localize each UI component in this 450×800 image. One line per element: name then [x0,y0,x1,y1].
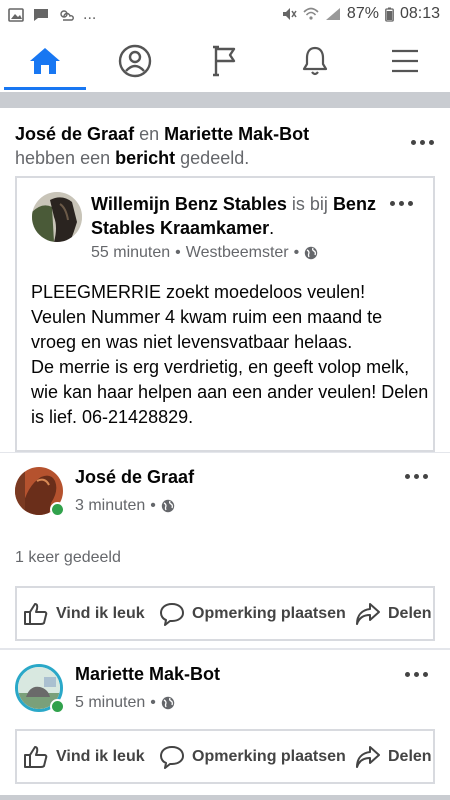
comment-label: Opmerking plaatsen [192,747,346,765]
is-at-text: is bij [291,194,328,214]
feed-separator [0,795,450,800]
sharer-name[interactable]: Mariette Mak-Bot [75,664,220,685]
post-time[interactable]: 55 minuten [91,244,170,262]
thumbs-up-icon [24,745,48,768]
tab-profile[interactable] [90,32,180,90]
meta-dot: • [150,497,156,514]
comment-icon [160,602,184,626]
share-label: Delen [388,747,432,765]
mute-icon [282,8,297,20]
share-icon [356,602,380,625]
sharer-row-1: José de Graaf 3 minuten • [15,467,445,523]
sharer-more-options-icon[interactable] [402,669,430,679]
like-label: Vind ik leuk [56,604,145,622]
feed-separator [0,92,450,108]
embedded-post[interactable]: Willemijn Benz Stables is bij Benz Stabl… [15,176,435,452]
sharer-more-options-icon[interactable] [402,471,430,481]
avatar[interactable] [32,192,82,242]
post-body: PLEEGMERRIE zoekt moedeloos veulen! Veul… [31,282,429,427]
share-count[interactable]: 1 keer gedeeld [15,549,121,567]
sharer-name-2[interactable]: Mariette Mak-Bot [164,124,309,144]
share-button[interactable]: Delen [355,588,432,639]
battery-icon [385,7,394,22]
action-bar: Vind ik leuk Opmerking plaatsen Delen [15,729,435,784]
comment-label: Opmerking plaatsen [192,604,346,622]
share-header: José de Graaf en Mariette Mak-Bot hebben… [15,122,395,170]
action-bar: Vind ik leuk Opmerking plaatsen Delen [15,586,435,641]
sharer-name-1[interactable]: José de Graaf [15,124,134,144]
post-location[interactable]: Westbeemster [186,244,289,262]
message-icon [34,9,48,21]
top-navigation [0,32,450,90]
post-meta: 55 minuten • Westbeemster • [91,244,318,262]
profile-icon [118,44,152,78]
share-time-text[interactable]: 5 minuten [75,694,145,712]
like-button[interactable]: Vind ik leuk [23,588,145,639]
meta-dot: • [175,244,181,261]
divider [0,648,450,650]
tab-notifications[interactable] [270,32,360,90]
sharer-name[interactable]: José de Graaf [75,467,194,488]
post-link[interactable]: bericht [115,148,175,168]
more-notifications: ... [83,6,97,23]
online-status-badge [50,699,65,714]
online-status-badge [50,502,65,517]
title-period: . [269,218,275,238]
share-button[interactable]: Delen [355,731,432,782]
bell-icon [302,46,328,76]
status-bar: ... 87% 08:13 [0,0,450,32]
conjunction: en [139,124,160,144]
battery-level: 87% [346,5,379,22]
share-label: Delen [388,604,432,622]
home-icon [30,48,60,74]
comment-icon [160,745,184,769]
share-time: 5 minuten • [75,694,175,712]
post-title: Willemijn Benz Stables is bij Benz Stabl… [91,192,381,240]
share-text-end: gedeeld. [180,148,250,168]
wifi-icon [303,7,319,20]
pages-flag-icon [213,45,236,77]
globe-icon [161,499,175,513]
tab-home[interactable] [0,32,90,90]
tab-pages[interactable] [180,32,270,90]
divider [0,452,450,453]
globe-icon [305,246,318,260]
share-text: hebben een [15,148,111,168]
like-label: Vind ik leuk [56,747,145,765]
signal-icon [325,8,340,20]
like-button[interactable]: Vind ik leuk [23,731,145,782]
menu-icon [392,49,418,73]
more-options-icon[interactable] [408,137,436,147]
tab-menu[interactable] [360,32,450,90]
clock: 08:13 [399,5,440,22]
thumbs-up-icon [24,602,48,625]
post-author[interactable]: Willemijn Benz Stables [91,194,287,214]
post-more-options-icon[interactable] [387,198,415,208]
share-time-text[interactable]: 3 minuten [75,497,145,515]
sharer-row-2: Mariette Mak-Bot 5 minuten • [15,664,445,720]
meta-dot: • [150,694,156,711]
globe-icon [161,696,175,710]
share-time: 3 minuten • [75,497,175,515]
share-icon [356,745,380,768]
weather-icon [60,10,74,21]
comment-button[interactable]: Opmerking plaatsen [159,731,346,782]
gallery-icon [8,8,24,22]
meta-dot: • [293,244,300,261]
comment-button[interactable]: Opmerking plaatsen [159,588,346,639]
